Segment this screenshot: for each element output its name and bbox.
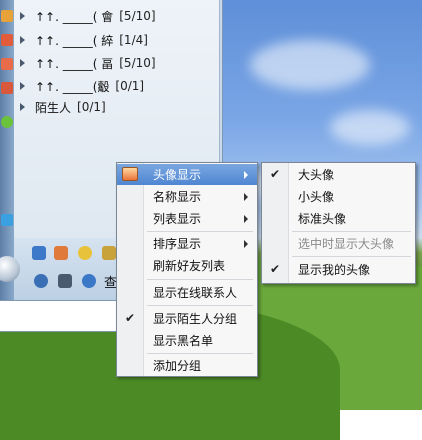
menu-item-show-blacklist[interactable]: 显示黑名单 [117, 330, 257, 351]
menu-separator [292, 231, 411, 232]
context-menu: 头像显示 名称显示 列表显示 排序显示 刷新好友列表 显示在线联系人 ✔ 显示陌… [116, 162, 258, 377]
menu-separator [147, 231, 253, 232]
expand-triangle-icon [20, 12, 25, 20]
group-count: [5/10] [119, 56, 156, 70]
group-count: [0/1] [77, 100, 106, 114]
group-count: [1/4] [119, 33, 148, 47]
group-name: ↑↑. _____(觳 [35, 79, 110, 94]
side-tab-icon[interactable] [1, 82, 13, 94]
expand-triangle-icon [20, 59, 25, 67]
menu-item-show-strangers[interactable]: ✔ 显示陌生人分组 [117, 308, 257, 329]
side-tab-icon[interactable] [1, 58, 13, 70]
side-tab-icon[interactable] [1, 10, 13, 22]
group-name: ↑↑. _____( 會 [35, 9, 114, 24]
group-name: ↑↑. _____( 綷 [35, 33, 114, 48]
submenu-arrow-icon [244, 240, 248, 248]
menu-item-list-display[interactable]: 列表显示 [117, 208, 257, 229]
submenu-arrow-icon [244, 193, 248, 201]
side-tab-icon[interactable] [1, 214, 13, 226]
avatar-submenu: ✔ 大头像 小头像 标准头像 选中时显示大头像 ✔ 显示我的头像 [261, 162, 416, 284]
contact-group-2[interactable]: ↑↑. _____( 畐 [5/10] [20, 54, 156, 72]
expand-triangle-icon [20, 103, 25, 111]
group-count: [0/1] [115, 79, 145, 93]
menu-item-refresh-friends[interactable]: 刷新好友列表 [117, 255, 257, 276]
avatar-image-icon [122, 167, 138, 181]
menu-separator [292, 256, 411, 257]
checkmark-icon: ✔ [270, 262, 281, 276]
side-tab-icon[interactable] [1, 116, 13, 128]
side-tab-strip [0, 0, 14, 300]
mobile-icon[interactable] [32, 246, 46, 260]
menu-item-name-display[interactable]: 名称显示 [117, 186, 257, 207]
group-name: ↑↑. _____( 畐 [35, 56, 114, 71]
group-count: [5/10] [119, 9, 156, 23]
contact-group-1[interactable]: ↑↑. _____( 綷 [1/4] [20, 31, 148, 49]
submenu-item-small-avatar[interactable]: 小头像 [262, 186, 415, 207]
contact-group-0[interactable]: ↑↑. _____( 會 [5/10] [20, 7, 156, 25]
submenu-item-standard-avatar[interactable]: 标准头像 [262, 208, 415, 229]
submenu-arrow-icon [244, 171, 248, 179]
submenu-item-show-my-avatar[interactable]: ✔ 显示我的头像 [262, 259, 415, 280]
contact-group-3[interactable]: ↑↑. _____(觳 [0/1] [20, 77, 144, 95]
submenu-item-large-on-select: 选中时显示大头像 [298, 237, 395, 251]
menu-item-add-group[interactable]: 添加分组 [117, 355, 257, 376]
expand-triangle-icon [20, 36, 25, 44]
submenu-item-large-avatar[interactable]: ✔ 大头像 [262, 164, 415, 185]
menu-item-show-online[interactable]: 显示在线联系人 [117, 282, 257, 303]
contact-group-strangers[interactable]: 陌生人 [0/1] [20, 98, 106, 116]
menu-separator [147, 353, 253, 354]
menu-item-avatar-display[interactable]: 头像显示 [117, 164, 257, 185]
music-icon[interactable] [78, 246, 92, 260]
menu-separator [147, 279, 253, 280]
game-icon[interactable] [54, 246, 68, 260]
checkmark-icon: ✔ [125, 311, 136, 325]
expand-triangle-icon [20, 82, 25, 90]
group-name: 陌生人 [35, 100, 72, 115]
submenu-arrow-icon [244, 215, 248, 223]
side-tab-icon[interactable] [1, 34, 13, 46]
settings-gear-icon[interactable] [34, 274, 48, 288]
app-box-icon[interactable] [102, 246, 116, 260]
search-icon[interactable] [82, 274, 96, 288]
sound-icon[interactable] [58, 274, 72, 288]
menu-separator [147, 305, 253, 306]
menu-item-sort-display[interactable]: 排序显示 [117, 233, 257, 254]
checkmark-icon: ✔ [270, 167, 281, 181]
